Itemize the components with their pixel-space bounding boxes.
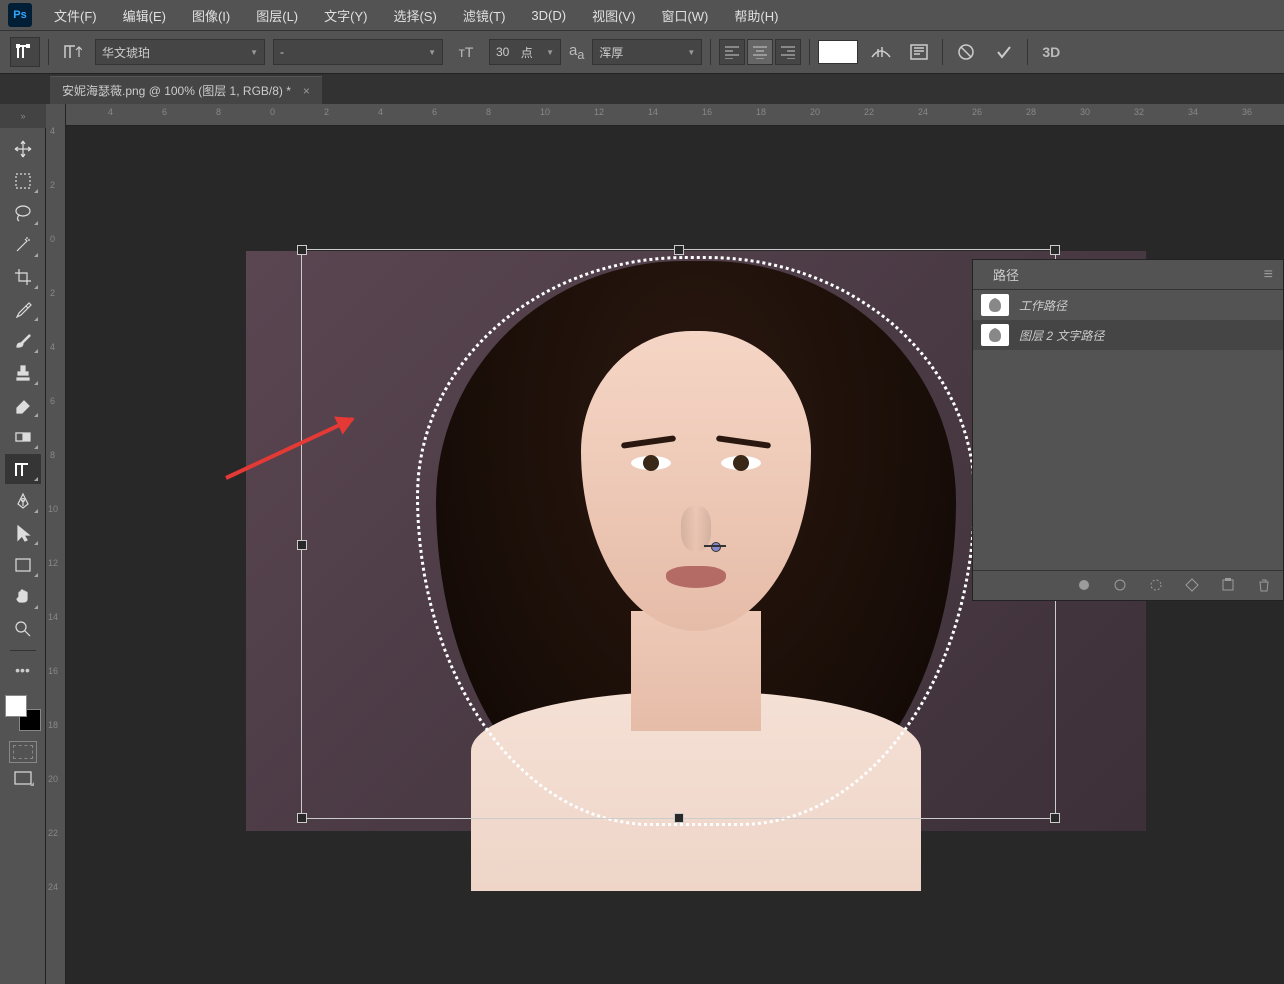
text-tool-indicator bbox=[10, 37, 40, 67]
ps-logo: Ps bbox=[8, 3, 32, 27]
font-family-dropdown[interactable]: 华文琥珀▼ bbox=[95, 39, 265, 65]
close-icon[interactable]: × bbox=[303, 84, 310, 98]
hand-tool[interactable] bbox=[5, 582, 41, 612]
marquee-tool[interactable] bbox=[5, 166, 41, 196]
quick-mask-toggle[interactable] bbox=[9, 741, 37, 763]
align-center-button[interactable] bbox=[747, 39, 773, 65]
panel-menu-icon[interactable]: ≡ bbox=[1264, 266, 1273, 284]
ruler-vertical[interactable]: 4 2 0 2 4 6 8 10 12 14 16 18 20 22 24 bbox=[46, 104, 66, 984]
text-align-group bbox=[719, 39, 801, 65]
font-size-icon: тT bbox=[451, 37, 481, 67]
document-tab-bar: 安妮海瑟薇.png @ 100% (图层 1, RGB/8) * × bbox=[0, 74, 1284, 104]
text-color-swatch[interactable] bbox=[818, 40, 858, 64]
font-size-dropdown[interactable]: 30 点▼ bbox=[489, 39, 561, 65]
antialias-icon: aa bbox=[569, 42, 584, 62]
screen-mode-button[interactable] bbox=[9, 767, 37, 789]
menu-select[interactable]: 选择(S) bbox=[381, 2, 448, 29]
stamp-tool[interactable] bbox=[5, 358, 41, 388]
move-tool[interactable] bbox=[5, 134, 41, 164]
menu-edit[interactable]: 编辑(E) bbox=[111, 2, 178, 29]
chevron-down-icon: ▼ bbox=[546, 48, 554, 57]
tools-panel: » ••• bbox=[0, 104, 46, 984]
eraser-tool[interactable] bbox=[5, 390, 41, 420]
document-tab[interactable]: 安妮海瑟薇.png @ 100% (图层 1, RGB/8) * × bbox=[50, 76, 322, 104]
fill-path-icon[interactable] bbox=[1077, 578, 1093, 594]
rectangle-tool[interactable] bbox=[5, 550, 41, 580]
antialias-dropdown[interactable]: 浑厚▼ bbox=[592, 39, 702, 65]
menu-filter[interactable]: 滤镜(T) bbox=[451, 2, 518, 29]
menu-layer[interactable]: 图层(L) bbox=[244, 2, 310, 29]
3d-button[interactable]: 3D bbox=[1036, 37, 1066, 67]
path-name: 图层 2 文字路径 bbox=[1019, 327, 1104, 344]
lasso-tool[interactable] bbox=[5, 198, 41, 228]
workspace: » ••• 4 2 0 2 4 6 bbox=[0, 104, 1284, 984]
character-panel-button[interactable] bbox=[904, 37, 934, 67]
pen-tool[interactable] bbox=[5, 486, 41, 516]
path-item[interactable]: 工作路径 bbox=[973, 290, 1283, 320]
menu-window[interactable]: 窗口(W) bbox=[649, 2, 720, 29]
delete-path-icon[interactable] bbox=[1257, 578, 1273, 594]
selection-to-path-icon[interactable] bbox=[1185, 578, 1201, 594]
foreground-color[interactable] bbox=[5, 695, 27, 717]
warp-text-button[interactable] bbox=[866, 37, 896, 67]
type-tool[interactable] bbox=[5, 454, 41, 484]
document-tab-title: 安妮海瑟薇.png @ 100% (图层 1, RGB/8) * bbox=[62, 82, 291, 99]
stroke-path-icon[interactable] bbox=[1113, 578, 1129, 594]
menu-3d[interactable]: 3D(D) bbox=[519, 4, 578, 27]
new-path-icon[interactable] bbox=[1221, 578, 1237, 594]
paths-tab[interactable]: 路径 bbox=[983, 259, 1029, 290]
align-right-button[interactable] bbox=[775, 39, 801, 65]
menu-help[interactable]: 帮助(H) bbox=[722, 2, 790, 29]
menu-file[interactable]: 文件(F) bbox=[42, 2, 109, 29]
chevron-down-icon: ▼ bbox=[428, 48, 436, 57]
zoom-tool[interactable] bbox=[5, 614, 41, 644]
text-orientation-toggle[interactable] bbox=[57, 37, 87, 67]
ruler-horizontal[interactable]: 4 6 8 0 2 4 6 8 10 12 14 16 18 20 22 24 … bbox=[66, 104, 1284, 126]
menubar: Ps 文件(F) 编辑(E) 图像(I) 图层(L) 文字(Y) 选择(S) 滤… bbox=[0, 0, 1284, 30]
align-left-button[interactable] bbox=[719, 39, 745, 65]
eyedropper-tool[interactable] bbox=[5, 294, 41, 324]
menu-image[interactable]: 图像(I) bbox=[180, 2, 242, 29]
color-picker[interactable] bbox=[5, 695, 41, 731]
magic-wand-tool[interactable] bbox=[5, 230, 41, 260]
commit-button[interactable] bbox=[989, 37, 1019, 67]
cancel-button[interactable] bbox=[951, 37, 981, 67]
path-item[interactable]: 图层 2 文字路径 bbox=[973, 320, 1283, 350]
chevron-down-icon: ▼ bbox=[250, 48, 258, 57]
paths-panel-footer bbox=[973, 570, 1283, 600]
font-style-dropdown[interactable]: -▼ bbox=[273, 39, 443, 65]
collapsed-panel-tab[interactable]: » bbox=[0, 104, 46, 128]
options-bar: 华文琥珀▼ -▼ тT 30 点▼ aa 浑厚▼ 3D bbox=[0, 30, 1284, 74]
chevron-down-icon: ▼ bbox=[687, 48, 695, 57]
gradient-tool[interactable] bbox=[5, 422, 41, 452]
brush-tool[interactable] bbox=[5, 326, 41, 356]
paths-panel: 路径 ≡ 工作路径 图层 2 文字路径 bbox=[972, 259, 1284, 601]
path-selection-tool[interactable] bbox=[5, 518, 41, 548]
path-thumbnail bbox=[981, 324, 1009, 346]
menu-view[interactable]: 视图(V) bbox=[580, 2, 647, 29]
path-to-selection-icon[interactable] bbox=[1149, 578, 1165, 594]
crop-tool[interactable] bbox=[5, 262, 41, 292]
edit-toolbar-button[interactable]: ••• bbox=[5, 655, 41, 685]
path-name: 工作路径 bbox=[1019, 297, 1067, 314]
path-thumbnail bbox=[981, 294, 1009, 316]
menu-type[interactable]: 文字(Y) bbox=[312, 2, 379, 29]
